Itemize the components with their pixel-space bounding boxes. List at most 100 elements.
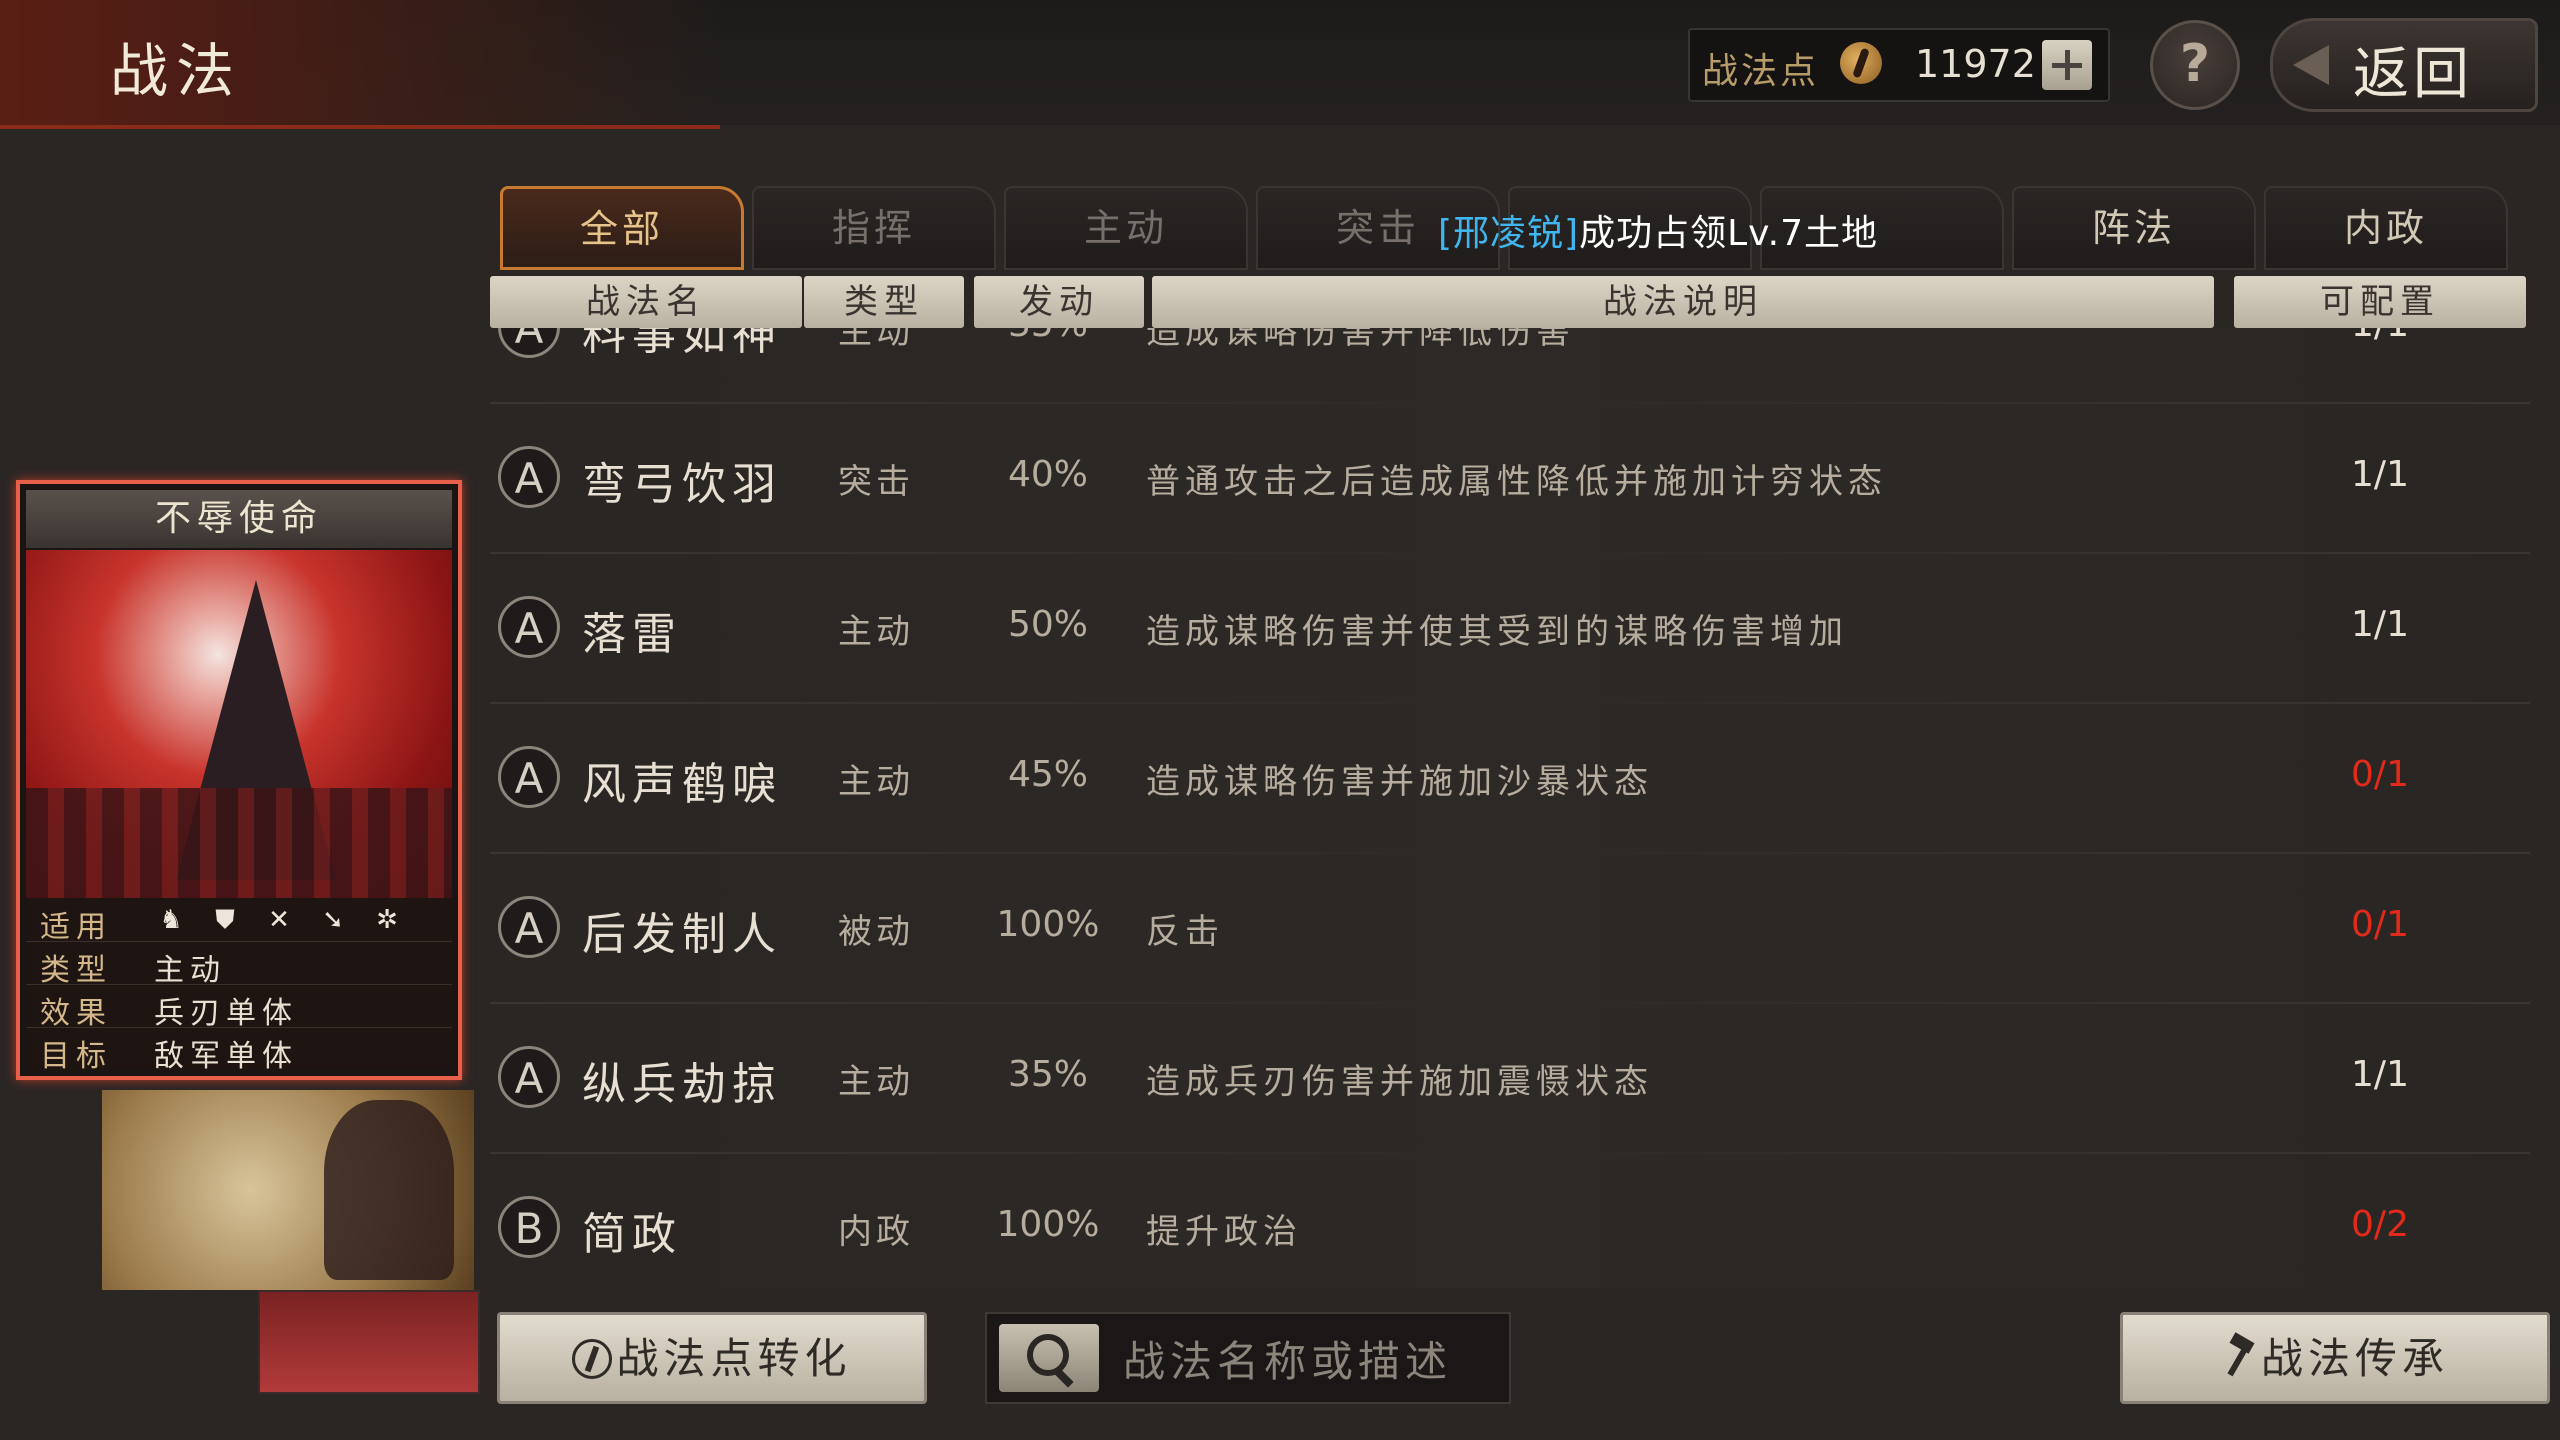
army-crowd: [26, 788, 452, 898]
convert-points-button[interactable]: 战法点转化: [497, 1312, 927, 1404]
skill-name: 后发制人: [582, 909, 782, 960]
skill-row[interactable]: A 后发制人 被动 100% 反击 0/1: [490, 852, 2530, 1004]
type-label: 类型: [40, 953, 112, 988]
card-stack-art-secondary: [258, 1290, 480, 1394]
column-header-configurable[interactable]: 可配置: [2234, 276, 2526, 328]
skill-type: 主动: [838, 328, 914, 352]
card-effect-row: 效果 兵刃单体: [26, 984, 452, 1031]
inherit-label: 战法传承: [2260, 1334, 2449, 1383]
add-points-button[interactable]: [2042, 40, 2092, 90]
back-button[interactable]: 返回: [2270, 18, 2538, 112]
effect-label: 效果: [40, 996, 112, 1031]
title-banner: 战法: [0, 0, 720, 129]
type-value: 主动: [154, 953, 226, 988]
selected-skill-card[interactable]: 不辱使命 适用 ♞ ⛊ ✕ ➘ ✲ 类型 主动 效果 兵刃单体 目标 敌军单体: [16, 480, 462, 1080]
skill-name: 弯弓饮羽: [582, 459, 782, 510]
grade-badge: A: [498, 1046, 560, 1108]
skill-points-label: 战法点: [1702, 51, 1820, 92]
skill-row[interactable]: A 弯弓饮羽 突击 40% 普通攻击之后造成属性降低并施加计穷状态 1/1: [490, 402, 2530, 554]
skill-type: 主动: [838, 762, 914, 802]
applicable-label: 适用: [40, 910, 112, 945]
card-title: 不辱使命: [26, 490, 452, 548]
skill-rate: 100%: [996, 904, 1100, 945]
search-placeholder: 战法名称或描述: [1123, 1337, 1453, 1386]
column-header-type[interactable]: 类型: [804, 276, 964, 328]
inherit-skill-button[interactable]: 战法传承: [2120, 1312, 2550, 1404]
grade-badge: A: [498, 746, 560, 808]
skill-rate: 35%: [978, 328, 1118, 345]
skill-row[interactable]: A 料事如神 主动 35% 造成谋略伤害并降低伤害 1/1: [490, 328, 2530, 404]
card-info-panel: 适用 ♞ ⛊ ✕ ➘ ✲ 类型 主动 效果 兵刃单体 目标 敌军单体: [26, 898, 452, 1074]
grade-badge: A: [498, 896, 560, 958]
skill-type: 内政: [838, 1212, 914, 1252]
notification-player-name: [邢凌锐]: [1438, 213, 1580, 254]
skill-count: 0/1: [2351, 754, 2409, 795]
skill-point-icon: [572, 1339, 613, 1379]
grade-badge: A: [498, 596, 560, 658]
skill-count: 0/2: [2351, 1204, 2409, 1245]
skill-count: 0/1: [2351, 904, 2409, 945]
skill-name: 风声鹤唳: [582, 759, 782, 810]
skill-count: 1/1: [2351, 604, 2409, 645]
skill-name: 纵兵劫掠: [582, 1059, 782, 1110]
grade-badge: A: [498, 446, 560, 508]
card-artwork: [26, 550, 452, 898]
skill-point-icon: [1840, 42, 1882, 84]
skill-description: 反击: [1146, 912, 1224, 952]
card-type-row: 类型 主动: [26, 941, 452, 988]
tab-command[interactable]: 指挥: [752, 186, 996, 270]
card-stack-art: [102, 1090, 474, 1290]
card-target-row: 目标 敌军单体: [26, 1027, 452, 1074]
tab-internal-affairs[interactable]: 内政: [2264, 186, 2508, 270]
skill-rate: 50%: [1007, 604, 1088, 645]
skill-row[interactable]: A 风声鹤唳 主动 45% 造成谋略伤害并施加沙暴状态 0/1: [490, 702, 2530, 854]
skill-description: 造成兵刃伤害并施加震慑状态: [1146, 1062, 1653, 1102]
skill-list[interactable]: A 料事如神 主动 35% 造成谋略伤害并降低伤害 1/1 A 弯弓饮羽 突击 …: [490, 328, 2530, 1288]
skill-count: 1/1: [2330, 328, 2430, 345]
search-icon[interactable]: [999, 1324, 1099, 1392]
skill-description: 普通攻击之后造成属性降低并施加计穷状态: [1146, 462, 1887, 502]
skill-name: 简政: [582, 1209, 682, 1260]
column-header-rate[interactable]: 发动: [974, 276, 1144, 328]
table-header: 战法名 类型 发动 战法说明 可配置: [490, 276, 2530, 328]
grade-badge: B: [498, 1196, 560, 1258]
notification-message: [邢凌锐]成功占领Lv.7土地: [1438, 204, 1878, 256]
back-arrow-icon: [2293, 45, 2329, 85]
skill-count: 1/1: [2351, 1054, 2409, 1095]
skill-row[interactable]: B 简政 内政 100% 提升政治 0/2: [490, 1152, 2530, 1288]
tab-formation[interactable]: 阵法: [2012, 186, 2256, 270]
archer-icon: ✕: [268, 905, 290, 935]
skill-description: 造成谋略伤害并施加沙暴状态: [1146, 762, 1653, 802]
skill-type: 被动: [838, 912, 914, 952]
skill-rate: 100%: [996, 1204, 1100, 1245]
skill-rate: 35%: [1007, 1054, 1088, 1095]
help-button[interactable]: ?: [2150, 20, 2240, 110]
cavalry-icon: ♞: [159, 905, 183, 935]
shield-icon: ⛊: [215, 905, 235, 935]
tab-active[interactable]: 主动: [1004, 186, 1248, 270]
effect-value: 兵刃单体: [154, 996, 298, 1031]
column-header-name[interactable]: 战法名: [490, 276, 802, 328]
skill-points-display: 战法点 11972: [1688, 28, 2110, 102]
skill-name: 落雷: [582, 609, 682, 660]
spear-icon: ➘: [322, 905, 344, 935]
skill-type: 主动: [838, 1062, 914, 1102]
back-label: 返回: [2353, 42, 2473, 107]
skill-description: 提升政治: [1146, 1212, 1302, 1252]
card-applicable-row: 适用 ♞ ⛊ ✕ ➘ ✲: [26, 898, 452, 945]
skill-row[interactable]: A 落雷 主动 50% 造成谋略伤害并使其受到的谋略伤害增加 1/1: [490, 552, 2530, 704]
skill-type: 突击: [838, 462, 914, 502]
tab-all[interactable]: 全部: [500, 186, 744, 270]
skill-row[interactable]: A 纵兵劫掠 主动 35% 造成兵刃伤害并施加震慑状态 1/1: [490, 1002, 2530, 1154]
notification-text: 成功占领Lv.7土地: [1579, 213, 1879, 254]
skill-name: 料事如神: [582, 328, 782, 360]
search-input[interactable]: 战法名称或描述: [985, 1312, 1511, 1404]
grade-badge: A: [498, 328, 560, 358]
top-bar: 战法 战法点 11972 ? 返回: [0, 0, 2560, 129]
column-header-description: 战法说明: [1152, 276, 2214, 328]
convert-label: 战法点转化: [616, 1334, 852, 1383]
skill-type: 主动: [838, 612, 914, 652]
siege-icon: ✲: [376, 905, 398, 935]
skill-rate: 40%: [1007, 454, 1088, 495]
skill-points-value: 11972: [1915, 42, 2036, 86]
